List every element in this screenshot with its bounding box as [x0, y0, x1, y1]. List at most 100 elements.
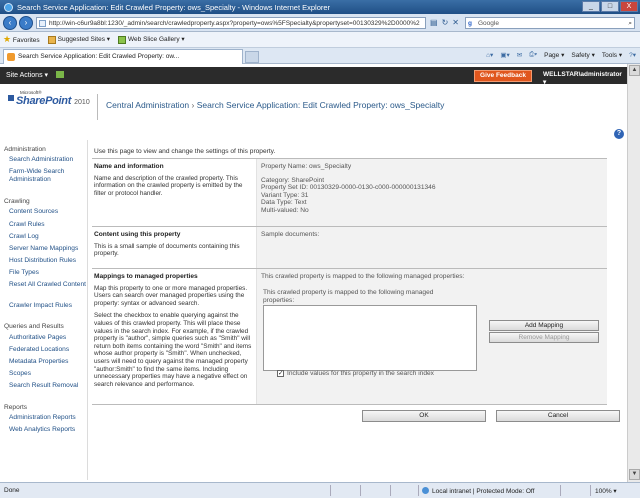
breadcrumb: Central Administration › Search Service …: [106, 100, 444, 110]
nav-heading-crawling[interactable]: Crawling: [4, 198, 30, 205]
maximize-button[interactable]: □: [601, 1, 619, 12]
security-zone-label: Local intranet | Protected Mode: Off: [432, 488, 535, 495]
fav-suggested-label: Suggested Sites ▾: [57, 36, 111, 44]
scroll-up-icon[interactable]: ▲: [629, 65, 640, 76]
tab-title: Search Service Application: Edit Crawled…: [18, 53, 180, 60]
nav-search-administration[interactable]: Search Administration: [9, 156, 87, 164]
search-icon[interactable]: ⌕: [628, 18, 632, 29]
nav-server-name-mappings[interactable]: Server Name Mappings: [9, 245, 87, 253]
close-button[interactable]: X: [620, 1, 638, 12]
nav-farm-wide-search-admin[interactable]: Farm-Wide Search Administration: [9, 168, 87, 184]
security-zone[interactable]: Local intranet | Protected Mode: Off: [422, 487, 534, 495]
url-field[interactable]: http://win-c6ur9a8bl:1230/_admin/search/…: [36, 17, 426, 29]
search-placeholder: Google: [478, 20, 499, 27]
command-bar: ⌂▾ ▣▾ ✉ ⎙▾ Page ▾ Safety ▾ Tools ▾ ?▾: [486, 51, 636, 59]
mapping-section-title: Mappings to managed properties: [94, 273, 198, 280]
nav-file-types[interactable]: File Types: [9, 269, 87, 277]
cancel-button[interactable]: Cancel: [496, 410, 620, 422]
property-name: Property Name: ows_Specialty: [261, 163, 352, 170]
page-menu[interactable]: Page ▾: [544, 51, 564, 59]
nav-heading-queries[interactable]: Queries and Results: [4, 323, 64, 330]
quick-launch: Administration Search Administration Far…: [0, 140, 87, 480]
property-set-id: Property Set ID: 00130329-0000-0130-c000…: [261, 184, 436, 192]
favorites-button[interactable]: ★ Favorites: [3, 34, 40, 45]
nav-search-result-removal[interactable]: Search Result Removal: [9, 382, 87, 390]
name-information-section: Name and information Name and descriptio…: [92, 158, 607, 227]
refresh-icon[interactable]: ↻: [442, 18, 449, 27]
web-slice-icon: [118, 35, 127, 44]
sharepoint-logo: Microsoft® SharePoint 2010: [8, 90, 90, 107]
nav-scopes[interactable]: Scopes: [9, 370, 87, 378]
remove-mapping-button[interactable]: Remove Mapping: [489, 332, 599, 343]
nav-crawler-impact-rules[interactable]: Crawler Impact Rules: [9, 302, 87, 310]
content-section-info: Content using this property This is a sm…: [94, 231, 252, 258]
search-input[interactable]: g Google ⌕: [465, 17, 635, 29]
minimize-button[interactable]: _: [582, 1, 600, 12]
property-multi-valued: Multi-valued: No: [261, 206, 309, 214]
new-tab-button[interactable]: [245, 51, 259, 63]
property-data-type: Data Type: Text: [261, 199, 307, 207]
content-section: Content using this property This is a sm…: [92, 226, 607, 269]
include-values-checkbox[interactable]: ✓: [277, 370, 284, 377]
nav-crawl-rules[interactable]: Crawl Rules: [9, 221, 87, 229]
nav-web-analytics-reports[interactable]: Web Analytics Reports: [9, 426, 87, 434]
site-actions-menu[interactable]: Site Actions ▾: [6, 71, 48, 79]
nav-metadata-properties[interactable]: Metadata Properties: [9, 358, 87, 366]
stop-icon[interactable]: ✕: [452, 18, 459, 27]
star-icon: ★: [3, 34, 12, 44]
mapped-text-2: This crawled property is mapped to the f…: [263, 289, 434, 304]
window-title: Search Service Application: Edit Crawled…: [17, 2, 331, 12]
header-divider: [97, 94, 98, 120]
name-section-desc: Name and description of the crawled prop…: [94, 174, 243, 197]
mapping-section: Mappings to managed properties Map this …: [92, 268, 607, 405]
include-values-label: Include values for this property in the …: [287, 370, 434, 377]
print-icon[interactable]: ⎙▾: [529, 51, 537, 59]
breadcrumb-separator: ›: [191, 100, 195, 110]
sharepoint-tab-icon: [7, 53, 15, 61]
ie-icon: [4, 2, 13, 12]
nav-heading-administration[interactable]: Administration: [4, 146, 46, 153]
tools-menu[interactable]: Tools ▾: [602, 51, 622, 59]
breadcrumb-root[interactable]: Central Administration: [106, 100, 189, 110]
nav-content-sources[interactable]: Content Sources: [9, 208, 87, 216]
forward-button[interactable]: ›: [19, 16, 33, 30]
scroll-down-icon[interactable]: ▼: [629, 469, 640, 480]
name-section-info: Name and information Name and descriptio…: [94, 163, 252, 197]
compat-icon[interactable]: ▤: [430, 18, 438, 27]
home-icon[interactable]: ⌂▾: [486, 51, 493, 59]
nav-crawl-log[interactable]: Crawl Log: [9, 233, 87, 241]
fav-suggested-sites[interactable]: Suggested Sites ▾: [47, 35, 111, 44]
ok-button[interactable]: OK: [362, 410, 486, 422]
fav-web-slice[interactable]: Web Slice Gallery ▾: [118, 35, 185, 44]
form-bottom-divider: [92, 404, 607, 405]
url-text: http://win-c6ur9a8bl:1230/_admin/search/…: [49, 20, 420, 27]
managed-properties-list[interactable]: [263, 305, 477, 371]
favorites-label: Favorites: [12, 37, 40, 44]
browser-tab[interactable]: Search Service Application: Edit Crawled…: [3, 49, 243, 64]
mapping-section-panel: This crawled property is mapped to the f…: [256, 269, 607, 405]
nav-administration-reports[interactable]: Administration Reports: [9, 414, 87, 422]
nav-divider: [87, 140, 88, 480]
zoom-level[interactable]: 100% ▾: [595, 487, 617, 495]
google-icon: g: [468, 20, 472, 27]
page-scrollbar[interactable]: ▲ ▼: [627, 64, 640, 482]
nav-authoritative-pages[interactable]: Authoritative Pages: [9, 334, 87, 342]
give-feedback-button[interactable]: Give Feedback: [474, 70, 532, 82]
help-icon[interactable]: ?: [614, 129, 624, 139]
sample-documents-label: Sample documents:: [261, 231, 320, 238]
content-section-panel: Sample documents:: [256, 227, 607, 269]
mail-icon[interactable]: ✉: [517, 51, 522, 59]
feeds-icon[interactable]: ▣▾: [500, 51, 509, 59]
mapping-section-desc1: Map this property to one or more managed…: [94, 284, 248, 307]
nav-federated-locations[interactable]: Federated Locations: [9, 346, 87, 354]
nav-heading-reports[interactable]: Reports: [4, 404, 27, 411]
page-description: Use this page to view and change the set…: [94, 148, 276, 155]
add-mapping-button[interactable]: Add Mapping: [489, 320, 599, 331]
logo-year: 2010: [74, 99, 90, 106]
navigate-up-icon[interactable]: [56, 71, 64, 78]
back-button[interactable]: ‹: [3, 16, 17, 30]
safety-menu[interactable]: Safety ▾: [571, 51, 595, 59]
help-menu-icon[interactable]: ?▾: [629, 51, 636, 59]
nav-reset-crawled-content[interactable]: Reset All Crawled Content: [9, 281, 87, 289]
nav-host-distribution-rules[interactable]: Host Distribution Rules: [9, 257, 87, 265]
